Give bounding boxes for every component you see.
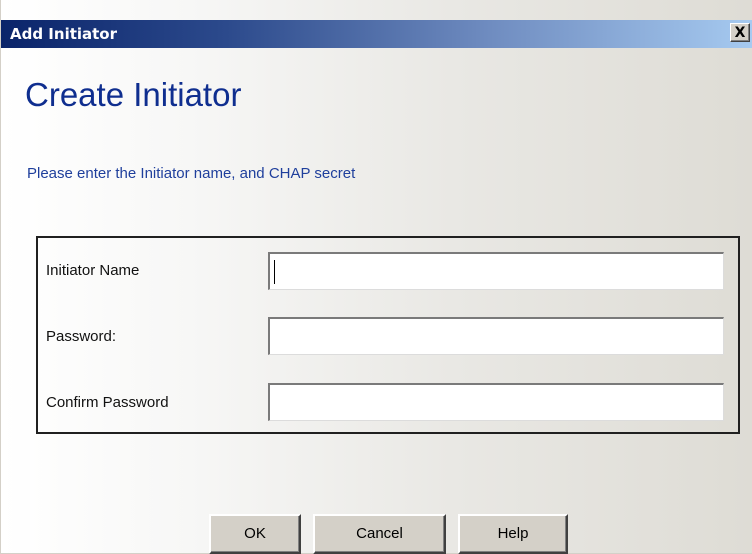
page-title: Create Initiator [25, 76, 242, 113]
instructions-text: Please enter the Initiator name, and CHA… [27, 165, 356, 182]
password-field[interactable] [268, 317, 724, 355]
password-label: Password: [46, 328, 117, 345]
text-caret [274, 260, 275, 284]
help-button[interactable]: Help [458, 514, 568, 554]
title-bar[interactable]: Add Initiator X [1, 20, 752, 48]
initiator-form: Initiator Name Password: Confirm Passwor… [36, 236, 740, 434]
ok-button[interactable]: OK [209, 514, 301, 554]
add-initiator-dialog: Add Initiator X Create Initiator Please … [0, 0, 752, 554]
confirm-password-label: Confirm Password [46, 394, 169, 411]
cancel-button[interactable]: Cancel [313, 514, 446, 554]
window-title: Add Initiator [10, 25, 118, 43]
close-icon: X [734, 25, 746, 41]
initiator-name-label: Initiator Name [46, 262, 140, 279]
confirm-password-field[interactable] [268, 383, 724, 421]
initiator-name-field[interactable] [268, 252, 724, 290]
close-button[interactable]: X [730, 23, 750, 42]
